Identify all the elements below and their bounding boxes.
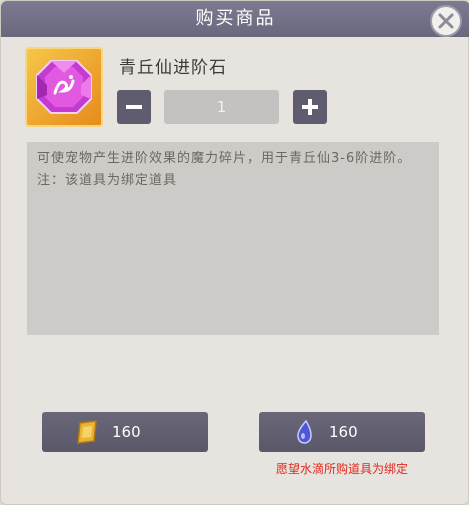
close-button[interactable] (430, 5, 462, 37)
item-name: 青丘仙进阶石 (119, 58, 227, 78)
buy-with-water-button[interactable]: 160 (259, 412, 425, 452)
quantity-field[interactable]: 1 (164, 90, 279, 124)
close-icon (438, 13, 454, 29)
water-drop-icon (297, 419, 312, 444)
plus-icon (302, 99, 318, 115)
gold-ingot-icon (77, 420, 97, 444)
title-bar: 购买商品 (1, 1, 469, 37)
item-description: 可使宠物产生进阶效果的魔力碎片，用于青丘仙3-6阶进阶。注：该道具为绑定道具 (37, 151, 412, 188)
binding-note: 愿望水滴所购道具为绑定 (275, 462, 408, 476)
description-panel: 可使宠物产生进阶效果的魔力碎片，用于青丘仙3-6阶进阶。注：该道具为绑定道具 (27, 142, 439, 335)
purple-gem-icon (36, 60, 92, 114)
item-icon (25, 47, 103, 127)
minus-icon (126, 105, 142, 109)
gold-price: 160 (112, 423, 141, 441)
buy-with-gold-button[interactable]: 160 (42, 412, 208, 452)
decrease-quantity-button[interactable] (117, 90, 151, 124)
increase-quantity-button[interactable] (293, 90, 327, 124)
water-price: 160 (329, 423, 358, 441)
purchase-dialog: 购买商品 青丘仙进阶石 1 可使宠物产生进阶效果的魔力碎片，用于青丘仙3-6阶进… (0, 0, 469, 505)
dialog-title: 购买商品 (195, 8, 276, 29)
